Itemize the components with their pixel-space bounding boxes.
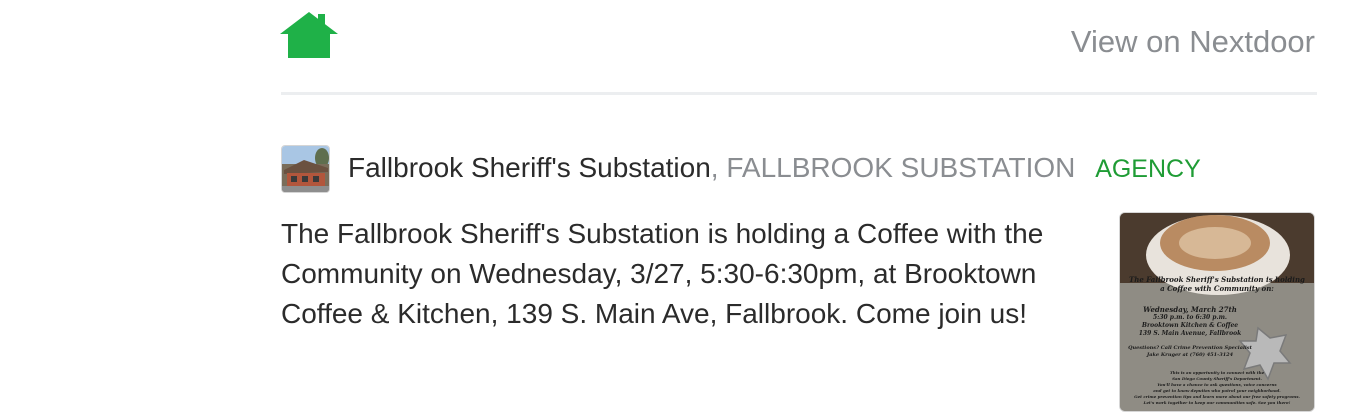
substation-building-photo [282, 146, 329, 192]
post-image[interactable]: The Fallbrook Sheriff's Substation is ho… [1119, 212, 1315, 412]
avatar[interactable] [281, 145, 330, 193]
nextdoor-logo[interactable] [280, 12, 338, 58]
header-divider [281, 92, 1317, 95]
flyer-address: 139 S. Main Avenue, Fallbrook [1138, 330, 1242, 337]
nextdoor-house-icon [280, 12, 338, 58]
agency-badge: AGENCY [1095, 155, 1201, 183]
flyer-venue: Brooktown Kitchen & Coffee [1141, 322, 1239, 329]
flyer-contact: Jake Kruger at (760) 451-3124 [1146, 352, 1234, 358]
author-name[interactable]: Fallbrook Sheriff's Substation [348, 152, 711, 183]
post-body: The Fallbrook Sheriff's Substation is ho… [281, 218, 1044, 329]
flyer-headline: The Fallbrook Sheriff's Substation is ho… [1129, 275, 1305, 293]
flyer-time: 5:30 p.m. to 6:30 p.m. [1152, 314, 1228, 321]
author-line: Fallbrook Sheriff's Substation, FALLBROO… [348, 152, 1201, 184]
view-on-nextdoor-link[interactable]: View on Nextdoor [1071, 24, 1315, 60]
author-separator: , [710, 152, 719, 183]
author-organization[interactable]: FALLBROOK SUBSTATION [726, 152, 1075, 183]
flyer-date: Wednesday, March 27th [1143, 305, 1237, 314]
flyer-questions: Questions? Call Crime Prevention Special… [1128, 345, 1252, 351]
flyer-footer-6: Let's work together to keep our communit… [1143, 400, 1291, 405]
